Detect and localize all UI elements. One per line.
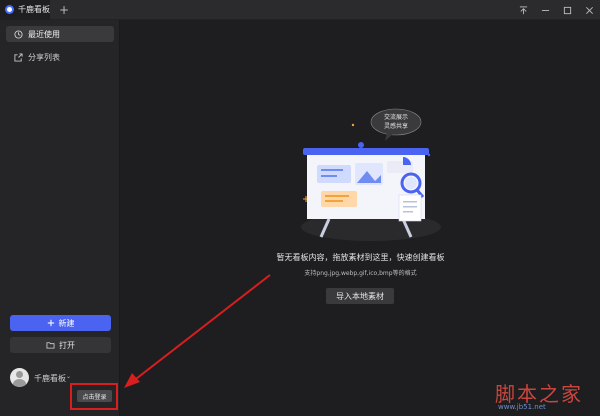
new-tab-button[interactable]: + [54,0,74,20]
sidebar-item-label: 最近使用 [28,29,60,39]
close-icon [585,6,593,14]
sidebar: 最近使用 分享列表 [0,20,120,416]
sidebar-item-share-list[interactable]: 分享列表 [6,49,114,65]
main-content: 交流展示 灵感共享 暂无看板内容，拖放素材到这里，快速创建看板 支持png,jp… [121,20,600,416]
title-bar: 千鹿看板 + [0,0,600,20]
chevron-down-icon[interactable]: ⌄ [66,373,71,380]
watermark-url: www.jb51.net [498,403,546,411]
bubble-line-1: 交流展示 [384,113,408,121]
supported-formats-text: 支持png,jpg,webp,gif,ico,bmp等的格式 [304,270,417,277]
close-button[interactable] [578,0,600,20]
pin-button[interactable] [512,0,534,20]
clock-icon [14,29,23,39]
avatar[interactable] [10,368,29,387]
folder-icon [46,342,55,349]
sidebar-item-recent[interactable]: 最近使用 [6,26,114,42]
window-controls [512,0,600,20]
plus-icon [47,319,54,327]
app-logo-icon [5,5,14,14]
empty-state-title: 暂无看板内容，拖放素材到这里，快速创建看板 [276,253,445,262]
app-tab[interactable]: 千鹿看板 [0,0,50,20]
username[interactable]: 千鹿看板 [34,373,66,384]
minimize-button[interactable] [534,0,556,20]
share-icon [14,52,23,62]
highlight-annotation-box [70,383,118,410]
tab-label: 千鹿看板 [18,5,50,14]
new-board-label: 新建 [58,318,75,328]
open-button[interactable]: 打开 [10,337,111,353]
pin-icon [519,5,527,14]
maximize-button[interactable] [556,0,578,20]
new-board-button[interactable]: 新建 [10,315,111,331]
sidebar-item-label: 分享列表 [28,52,60,62]
maximize-icon [563,6,571,14]
minimize-icon [541,9,549,11]
import-local-button[interactable]: 导入本地素材 [326,288,394,304]
bubble-line-2: 灵感共享 [384,122,408,130]
empty-board-illustration: 交流展示 灵感共享 [301,108,441,241]
open-label: 打开 [59,340,75,350]
